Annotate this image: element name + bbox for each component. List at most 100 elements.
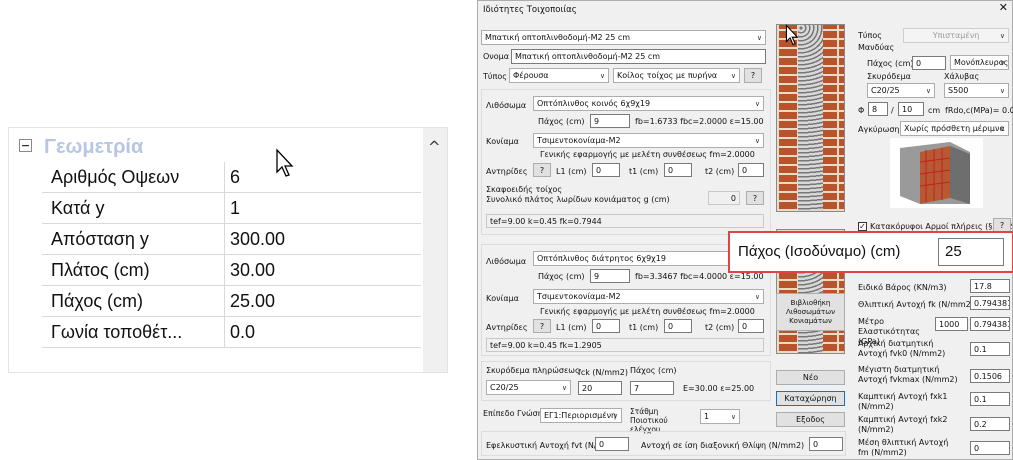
diag-input[interactable]: 0 [809, 437, 843, 451]
leaf2-t2-label: t2 (cm) [705, 323, 735, 332]
leaf2-thick-label: Πάχος (cm) [538, 272, 585, 281]
property-grid: − Γεωμετρία Αριθμός Οψεων 6 Κατά y1 Απόστ… [8, 127, 448, 373]
prop-value[interactable]: 0 [970, 441, 1010, 455]
leaf1-general-text: Γενικής εφαρμογής με μελέτη συνθέσεως fm… [540, 150, 755, 159]
property-value[interactable]: 30.00 [225, 255, 421, 285]
leaf2-fb-text: fb=3.3467 fbc=4.0000 ε=15.00 [635, 272, 764, 281]
save-button[interactable]: Καταχώρηση [776, 391, 845, 406]
leaf2-mortar-label: Κονίαμα [486, 294, 519, 303]
phi-input[interactable]: 8 [868, 102, 888, 116]
fill-thick-label: Πάχος (cm) [630, 366, 677, 375]
wall-type-select[interactable]: Μπατική οπτοπλινθοδομή-Μ2 25 cm [481, 30, 766, 45]
fck-input[interactable]: 20 [578, 381, 622, 395]
property-row[interactable]: Πλάτος (cm) 30.00 [42, 255, 421, 286]
type-select[interactable]: Φέρουσα [509, 68, 609, 83]
leaf2-t2-input[interactable]: 0 [738, 319, 764, 333]
property-row[interactable]: Αριθμός Οψεων 6 [42, 162, 421, 193]
equivalent-thickness-input[interactable]: 25 [938, 238, 1004, 266]
vertical-joints-checkbox[interactable]: ✓ [858, 222, 867, 231]
property-row[interactable]: Απόσταση y 300.00 [42, 224, 421, 255]
anchor-label: Αγκύρωση [858, 125, 900, 134]
diag-label: Αντοχή σε ίση διαξονική Θλίψη (N/mm2) [641, 441, 805, 450]
prop-value[interactable]: 0.1506 [970, 369, 1010, 383]
cavity-width-label: Συνολικό πλάτος λωρίδων κονιάματος g (cm… [486, 195, 670, 204]
collapse-icon[interactable]: − [19, 139, 32, 152]
help-button[interactable]: ? [744, 68, 762, 83]
property-value[interactable]: 300.00 [225, 224, 421, 254]
leaf1-thick-input[interactable]: 9 [590, 114, 630, 128]
jacket-side-select[interactable]: Μονόπλευρος [950, 55, 1009, 70]
anchor-select[interactable]: Χωρίς πρόσθετη μέριμνα [900, 121, 1009, 136]
fill-thick-input[interactable]: 7 [630, 381, 674, 395]
wall-properties-dialog: Ιδιότητες Τοιχοποιίας ✕ Μπατική οπτοπλιν… [477, 0, 1013, 460]
property-value[interactable]: 1 [225, 193, 421, 223]
jacket-concrete-select[interactable]: C20/25 [867, 83, 935, 98]
jacket-steel-label: Χάλυβας [944, 72, 980, 81]
prop-value[interactable]: 0.794381 [970, 317, 1010, 331]
jacket-concrete-label: Σκυρόδεμα [867, 72, 911, 81]
prop-value[interactable]: 0.2 [970, 417, 1010, 431]
prop-label: Αρχική διατμητική Αντοχή fvk0 (N/mm2) [858, 339, 946, 358]
leaf2-t1-input[interactable]: 0 [664, 319, 692, 333]
leaf2-head-help[interactable]: ? [533, 319, 551, 333]
property-name: Αριθμός Οψεων [42, 162, 225, 192]
wall-subtype-select[interactable]: Κοίλος τοίχος με πυρήνα [613, 68, 740, 83]
prop-value[interactable]: 0.794381 [970, 296, 1010, 310]
prop-value[interactable]: 0.1 [970, 342, 1010, 356]
cavity-help[interactable]: ? [746, 191, 764, 205]
leaf1-L1-input[interactable]: 0 [592, 163, 620, 177]
property-name: Γωνία τοποθέτ... [42, 317, 225, 347]
close-icon[interactable]: ✕ [999, 2, 1008, 13]
property-row[interactable]: Γωνία τοποθέτ... 0.0 [42, 317, 421, 348]
phi-label: Φ [858, 106, 865, 115]
property-name: Πάχος (cm) [42, 286, 225, 316]
leaf1-L1-label: L1 (cm) [556, 167, 587, 176]
slash-text: / [891, 106, 894, 115]
property-value[interactable]: 6 [225, 162, 421, 192]
leaf2-result: tef=9.00 k=0.45 fk=1.2905 [486, 338, 764, 352]
leaf1-mortar-label: Κονίαμα [486, 137, 519, 146]
leaf2-L1-input[interactable]: 0 [592, 319, 620, 333]
library-button[interactable]: Βιβλιοθήκη Λιθοσωμάτων Κονιαμάτων [776, 293, 845, 331]
control-select[interactable]: 1 [700, 409, 740, 424]
property-value[interactable]: 0.0 [225, 317, 421, 347]
jacket-steel-select[interactable]: S500 [944, 83, 1009, 98]
name-label: Ονομα [483, 52, 510, 61]
category-header[interactable]: − Γεωμετρία [9, 134, 429, 162]
leaf1-brick-select[interactable]: Οπτόπλινθος κοινός 6χ9χ19 [533, 96, 764, 111]
right-type-select[interactable]: Υπισταμένη [903, 28, 1009, 43]
scroll-up-icon[interactable]: ^ [428, 138, 441, 156]
property-value[interactable]: 25.00 [225, 286, 421, 316]
leaf2-mortar-select[interactable]: Τσιμεντοκονίαμα-Μ2 [533, 289, 764, 304]
new-button[interactable]: Νέο [776, 370, 845, 385]
vertical-scrollbar[interactable]: ^ [423, 128, 447, 372]
leaf1-t1-label: t1 (cm) [629, 167, 659, 176]
leaf2-thick-input[interactable]: 9 [590, 269, 630, 283]
jacket-thick-input[interactable]: 0 [912, 56, 946, 70]
prop-label: Καμπτική Αντοχή fxk1 (N/mm2) [858, 392, 948, 411]
leaf1-t2-label: t2 (cm) [705, 167, 735, 176]
prop-value[interactable]: 17.8 [970, 279, 1010, 293]
prop-value[interactable]: 0.1 [970, 392, 1010, 406]
prop-label: Καμπτική Αντοχή fxk2 (N/mm2) [858, 415, 948, 434]
property-row[interactable]: Πάχος (cm) 25.00 [42, 286, 421, 317]
fill-grade-select[interactable]: C20/25 [486, 380, 571, 395]
fill-e-text: E=30.00 ε=25.00 [683, 384, 755, 393]
property-name: Απόσταση y [42, 224, 225, 254]
knowledge-select[interactable]: ΕΓ1:Περιορισμένη [540, 408, 622, 423]
property-row[interactable]: Κατά y1 [42, 193, 421, 224]
spacing-input[interactable]: 10 [898, 102, 924, 116]
cavity-width-input[interactable]: 0 [708, 191, 740, 205]
leaf1-head-help[interactable]: ? [533, 163, 551, 177]
elastic-multiplier-input[interactable]: 1000 [935, 317, 968, 331]
leaf1-t1-input[interactable]: 0 [664, 163, 692, 177]
exit-button[interactable]: Εξοδος [776, 412, 845, 427]
leaf1-brick-label: Λιθόσωμα [486, 101, 527, 110]
right-type-label: Τύπος [858, 31, 882, 40]
leaf1-t2-input[interactable]: 0 [738, 163, 764, 177]
fvt-input[interactable]: 0 [595, 437, 629, 451]
jacket-diagram-image [890, 138, 983, 208]
equivalent-thickness-label: Πάχος (Ισοδύναμο) (cm) [738, 243, 901, 260]
leaf1-mortar-select[interactable]: Τσιμεντοκονίαμα-Μ2 [533, 133, 764, 148]
name-input[interactable]: Μπατική οπτοπλινθοδομή-Μ2 25 cm [511, 49, 766, 64]
